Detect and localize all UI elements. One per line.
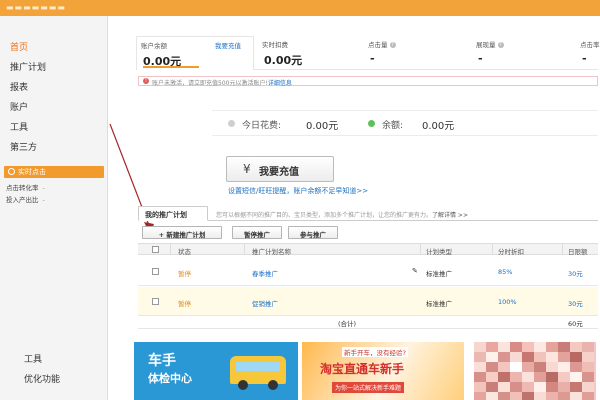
today-summary: 今日花费: 0.00元 余额: 0.00元 <box>212 110 598 136</box>
row-campaign-name[interactable]: 春季推广 <box>252 268 278 278</box>
row-checkbox[interactable] <box>152 298 159 305</box>
table-row: 暂停 春季推广 ✎ 标准推广 85% 30元 <box>138 257 598 286</box>
sidebar-item-campaigns[interactable]: 推广计划 <box>10 60 46 73</box>
campaigns-hint: 您可以根据不同的推广目的、宝贝类型，添加多个推广计划，让您的推广更有力。了解详情… <box>216 210 468 219</box>
row-discount[interactable]: 100% <box>498 298 517 306</box>
col-name: 推广计划名称 <box>252 248 291 256</box>
stat-balance: 账户余额 我要充值 0.00元 <box>136 36 254 70</box>
balance-underline <box>143 66 199 68</box>
reminder-settings-link[interactable]: 设置短信/旺旺提醒，账户余额不足早知道>> <box>228 186 368 196</box>
clock-icon <box>8 168 15 175</box>
stat-ctr-value: - <box>582 52 587 65</box>
pause-campaign-button[interactable]: 暂停推广 <box>232 226 282 239</box>
stat-impressions: 展现量? - <box>472 36 572 70</box>
recharge-link[interactable]: 我要充值 <box>215 40 241 50</box>
col-discount: 分时折扣 <box>498 248 524 256</box>
driver-checkup-banner[interactable]: 车手 体检中心 <box>134 342 298 400</box>
warning-icon: ! <box>143 78 149 84</box>
select-all-checkbox[interactable] <box>152 246 159 253</box>
row-checkbox[interactable] <box>152 268 159 275</box>
sidebar-lower-tools[interactable]: 工具 <box>24 352 42 365</box>
recharge-button[interactable]: ¥ 我要充值 <box>226 156 334 182</box>
stat-ctr: 点击率 - <box>576 36 600 70</box>
today-balance-label: 余额: <box>382 121 404 131</box>
table-total-row: (合计) 60元 <box>138 315 598 329</box>
row-type: 标准推广 <box>426 300 452 308</box>
notice-details-link[interactable]: 详细信息 <box>268 80 292 87</box>
sidebar-item-tools[interactable]: 工具 <box>10 120 28 133</box>
table-header: 状态 推广计划名称 计划类型 分时折扣 日限额 <box>138 243 598 256</box>
pixelated-banner[interactable] <box>474 342 596 400</box>
stat-realtime-spend: 实时扣费 0.00元 <box>258 36 358 70</box>
spend-dot-icon <box>228 120 235 127</box>
balance-dot-icon <box>368 120 375 127</box>
stat-realtime-spend-value: 0.00元 <box>264 54 303 67</box>
tab-my-campaigns[interactable]: 我的推广计划 <box>138 206 208 221</box>
realtime-clicks-label: 实时点击 <box>18 168 46 176</box>
top-bar: ▬▬▬▬▬▬▬ <box>0 0 600 16</box>
help-icon[interactable]: ? <box>497 42 504 48</box>
total-value: 60元 <box>568 320 583 328</box>
banner1-title: 车手 <box>148 353 176 369</box>
stat-impressions-value: - <box>478 52 483 65</box>
sidebar-lower-optimize[interactable]: 优化功能 <box>24 372 60 385</box>
row-status: 暂停 <box>178 270 191 278</box>
annotation-arrow <box>109 123 154 234</box>
learn-more-link[interactable]: 了解详情 >> <box>432 212 468 219</box>
roi-stat: 投入产出比 - <box>6 196 45 204</box>
stat-clicks-value: - <box>370 52 375 65</box>
activation-notice: ! 账户未激活，请立即充值500元以激活账户!详细信息 <box>138 76 598 87</box>
realtime-clicks-tab[interactable]: 实时点击 <box>4 166 104 178</box>
stat-clicks-label: 点击量 <box>368 41 388 49</box>
novice-guide-banner[interactable]: 新手开车，没有经验? 淘宝直通车新手 为你一站式解决新手难题 <box>302 342 464 400</box>
row-type: 标准推广 <box>426 270 452 278</box>
col-budget: 日限额 <box>568 248 588 256</box>
stats-bar: 账户余额 我要充值 0.00元 实时扣费 0.00元 点击量? - 展现量? -… <box>136 36 600 70</box>
help-icon[interactable]: ? <box>389 42 396 48</box>
stat-ctr-label: 点击率 <box>580 41 600 49</box>
sidebar-item-reports[interactable]: 报表 <box>10 80 28 93</box>
today-spend-value: 0.00元 <box>306 121 339 132</box>
banner2-tagline: 新手开车，没有经验? <box>342 347 408 357</box>
banner2-subtitle: 为你一站式解决新手难题 <box>332 382 405 393</box>
banner2-title: 淘宝直通车新手 <box>320 362 405 376</box>
today-balance-value: 0.00元 <box>422 121 455 132</box>
recharge-button-label: 我要充值 <box>259 167 299 178</box>
today-spend-label: 今日花费: <box>242 121 282 131</box>
sidebar-item-account[interactable]: 账户 <box>10 100 28 113</box>
col-status: 状态 <box>178 248 191 256</box>
sidebar-item-third-party[interactable]: 第三方 <box>10 140 37 153</box>
logo[interactable]: ▬▬▬▬▬▬▬ <box>6 3 66 12</box>
table-row: 暂停 促销推广 标准推广 100% 30元 <box>138 287 598 316</box>
click-conversion-stat: 点击转化率 - <box>6 184 45 192</box>
join-campaign-button[interactable]: 参与推广 <box>288 226 338 239</box>
stat-clicks: 点击量? - <box>364 36 464 70</box>
col-type: 计划类型 <box>426 248 452 256</box>
yen-icon: ¥ <box>243 162 251 176</box>
new-campaign-button[interactable]: + 新建推广计划 <box>142 226 222 239</box>
total-label: (合计) <box>338 320 357 328</box>
stat-balance-label: 账户余额 <box>141 42 167 50</box>
edit-icon[interactable]: ✎ <box>412 267 418 275</box>
row-budget[interactable]: 30元 <box>568 268 583 278</box>
tab-my-campaigns-label: 我的推广计划 <box>145 211 187 219</box>
row-campaign-name[interactable]: 促销推广 <box>252 298 278 308</box>
banner1-subtitle: 体检中心 <box>148 372 192 385</box>
sidebar: 首页 推广计划 报表 账户 工具 第三方 实时点击 点击转化率 - 投入产出比 - … <box>0 16 108 400</box>
row-discount[interactable]: 85% <box>498 268 512 276</box>
notice-text: 账户未激活，请立即充值500元以激活账户! <box>152 80 268 87</box>
campaigns-hint-text: 您可以根据不同的推广目的、宝贝类型，添加多个推广计划，让您的推广更有力。 <box>216 212 433 219</box>
row-status: 暂停 <box>178 300 191 308</box>
stat-impressions-label: 展现量 <box>476 41 496 49</box>
stat-realtime-spend-label: 实时扣费 <box>262 41 288 49</box>
row-budget[interactable]: 30元 <box>568 298 583 308</box>
campaigns-table: 状态 推广计划名称 计划类型 分时折扣 日限额 暂停 春季推广 ✎ 标准推广 8… <box>138 243 598 335</box>
sidebar-item-home[interactable]: 首页 <box>10 40 28 53</box>
